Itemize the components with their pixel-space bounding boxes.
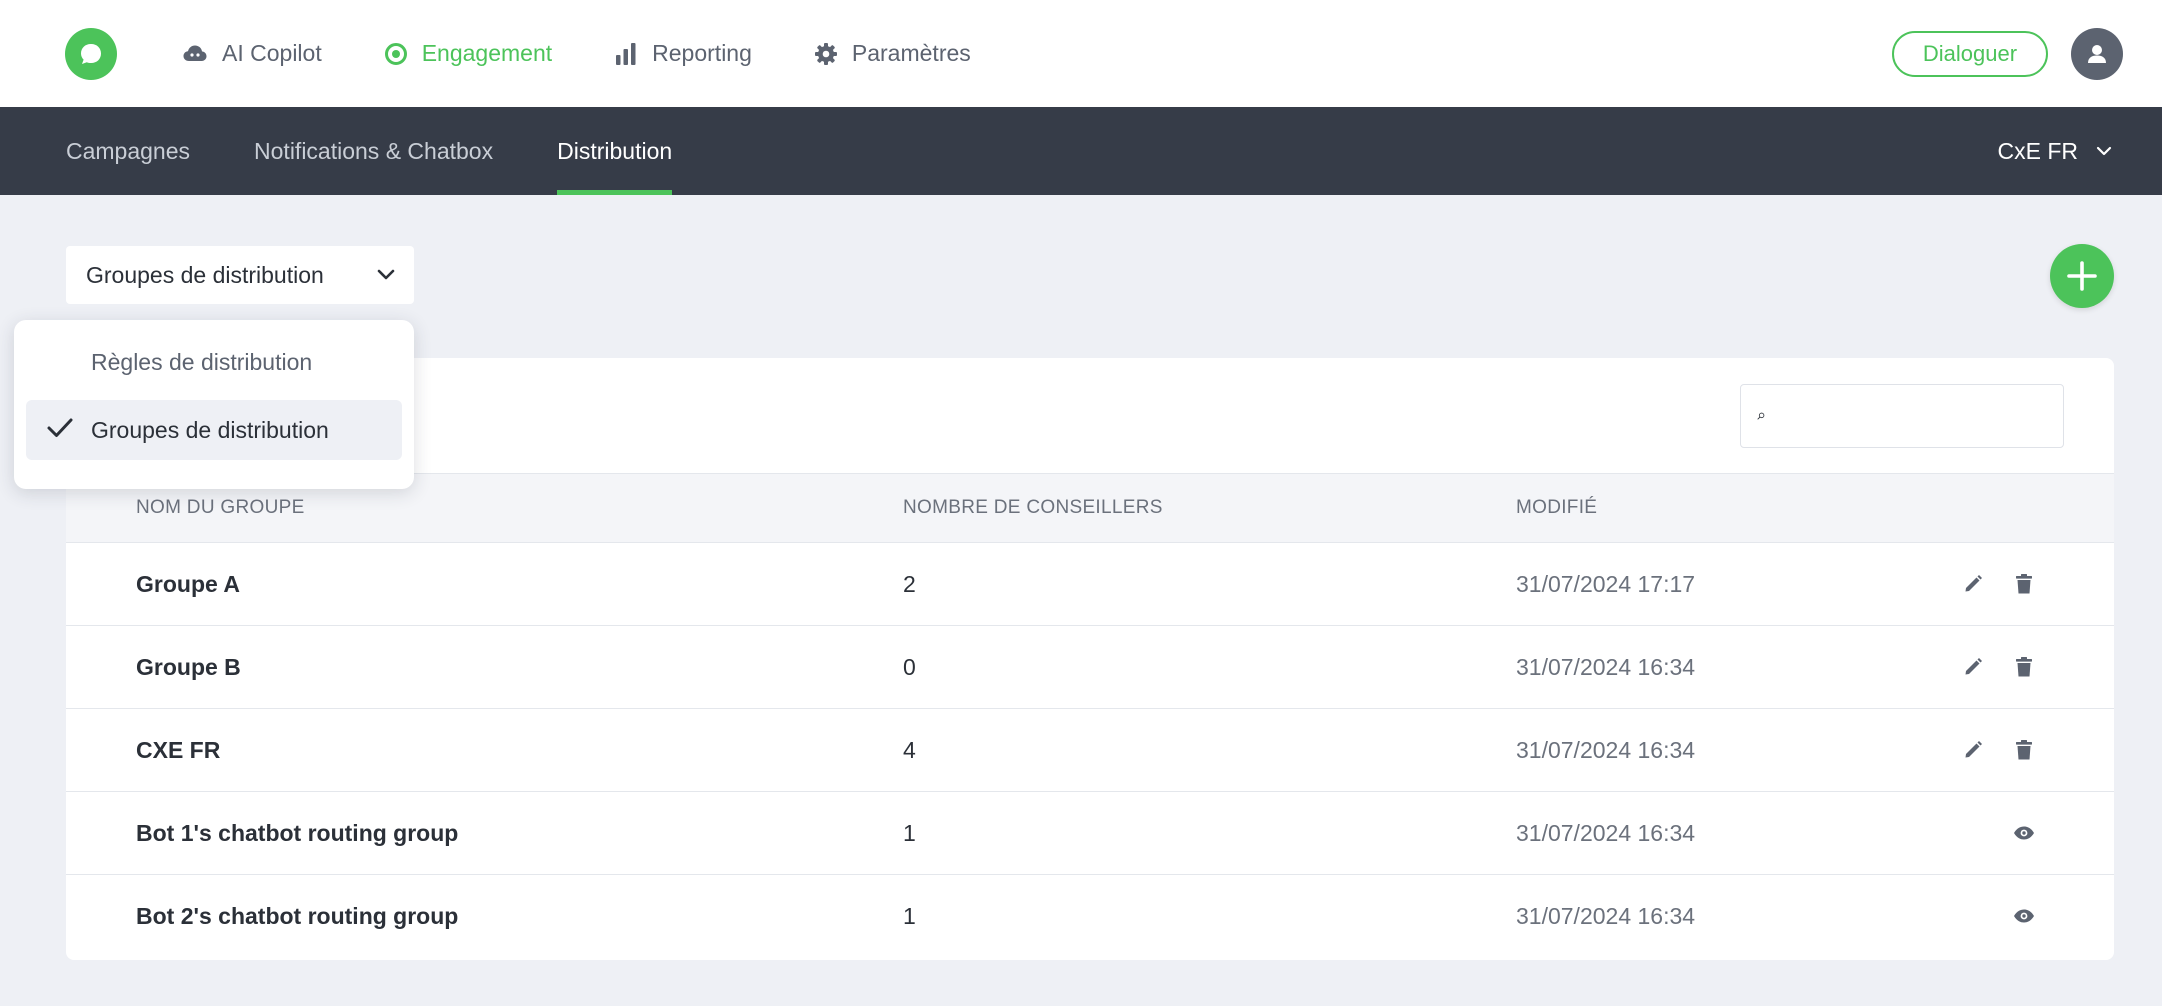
gear-icon xyxy=(814,42,837,65)
bar-chart-icon xyxy=(616,42,636,65)
chat-bubble-icon xyxy=(81,44,101,64)
nav-label: Engagement xyxy=(421,40,553,66)
nav-reporting[interactable]: Reporting xyxy=(614,28,752,80)
user-icon xyxy=(2088,45,2106,63)
column-header-modified[interactable]: MODIFIÉ xyxy=(1516,474,1597,542)
chevron-down-icon xyxy=(377,269,395,280)
table-row[interactable]: Bot 2's chatbot routing group 1 31/07/20… xyxy=(66,875,2114,958)
advisor-count: 1 xyxy=(903,903,916,929)
table-row[interactable]: CXE FR 4 31/07/2024 16:34 xyxy=(66,709,2114,792)
modified-date: 31/07/2024 16:34 xyxy=(1516,654,1696,680)
nav-engagement[interactable]: Engagement xyxy=(384,28,552,80)
add-group-button[interactable] xyxy=(2050,244,2114,308)
view-select-dropdown[interactable]: Groupes de distribution xyxy=(66,246,414,304)
advisor-count: 4 xyxy=(903,737,916,763)
edit-icon[interactable] xyxy=(1960,737,1986,763)
eye-icon[interactable] xyxy=(2011,903,2037,929)
nav-label: AI Copilot xyxy=(222,40,322,66)
target-icon xyxy=(384,42,407,65)
search-icon xyxy=(1757,412,1765,420)
nav-label: Reporting xyxy=(652,40,752,66)
section-tabs: Campagnes Notifications & Chatbox Distri… xyxy=(66,107,736,195)
trash-icon[interactable] xyxy=(2011,737,2037,763)
checkmark-icon xyxy=(47,418,73,437)
table-row[interactable]: Groupe A 2 31/07/2024 17:17 xyxy=(66,543,2114,626)
tab-campagnes[interactable]: Campagnes xyxy=(66,107,190,195)
top-navigation-bar: AI Copilot Engagement Reporting Paramètr… xyxy=(0,0,2162,107)
modified-date: 31/07/2024 17:17 xyxy=(1516,571,1696,597)
group-name: CXE FR xyxy=(136,737,221,763)
group-name: Groupe A xyxy=(136,571,240,597)
column-header-advisor-count[interactable]: NOMBRE DE CONSEILLERS xyxy=(903,474,1163,542)
table-row[interactable]: Bot 1's chatbot routing group 1 31/07/20… xyxy=(66,792,2114,875)
menu-option-label: Règles de distribution xyxy=(91,348,313,375)
tab-notifications-chatbox[interactable]: Notifications & Chatbox xyxy=(254,107,493,195)
view-select-value: Groupes de distribution xyxy=(86,261,324,288)
plus-icon xyxy=(2067,261,2097,291)
search-field[interactable] xyxy=(1740,384,2064,448)
search-input[interactable] xyxy=(1775,385,2063,447)
group-name: Bot 2's chatbot routing group xyxy=(136,903,459,929)
nav-label: Paramètres xyxy=(851,40,971,66)
tab-distribution[interactable]: Distribution xyxy=(557,107,673,195)
modified-date: 31/07/2024 16:34 xyxy=(1516,903,1696,929)
main-nav: AI Copilot Engagement Reporting Paramètr… xyxy=(182,0,1033,107)
nav-parametres[interactable]: Paramètres xyxy=(814,28,971,80)
group-name: Groupe B xyxy=(136,654,241,680)
menu-option-groupes-de-distribution[interactable]: Groupes de distribution xyxy=(26,400,402,460)
organization-label: CxE FR xyxy=(1997,137,2079,164)
cloud-icon xyxy=(183,45,207,61)
advisor-count: 0 xyxy=(903,654,916,680)
group-name: Bot 1's chatbot routing group xyxy=(136,820,459,846)
table-row[interactable]: Groupe B 0 31/07/2024 16:34 xyxy=(66,626,2114,709)
chevron-down-icon xyxy=(2096,146,2112,156)
organization-selector[interactable]: CxE FR xyxy=(1998,107,2113,195)
advisor-count: 1 xyxy=(903,820,916,846)
sub-navigation-bar: Campagnes Notifications & Chatbox Distri… xyxy=(0,107,2162,195)
advisor-count: 2 xyxy=(903,571,916,597)
user-avatar[interactable] xyxy=(2071,28,2123,80)
menu-option-label: Groupes de distribution xyxy=(91,416,329,443)
nav-ai-copilot[interactable]: AI Copilot xyxy=(182,28,322,80)
trash-icon[interactable] xyxy=(2011,571,2037,597)
dialoguer-button[interactable]: Dialoguer xyxy=(1892,31,2048,77)
edit-icon[interactable] xyxy=(1960,571,1986,597)
eye-icon[interactable] xyxy=(2011,820,2037,846)
trash-icon[interactable] xyxy=(2011,654,2037,680)
menu-option-regles-de-distribution[interactable]: Règles de distribution xyxy=(26,332,402,392)
modified-date: 31/07/2024 16:34 xyxy=(1516,820,1696,846)
modified-date: 31/07/2024 16:34 xyxy=(1516,737,1696,763)
view-select-menu: Règles de distribution Groupes de distri… xyxy=(14,320,414,489)
app-logo[interactable] xyxy=(65,28,117,80)
edit-icon[interactable] xyxy=(1960,654,1986,680)
